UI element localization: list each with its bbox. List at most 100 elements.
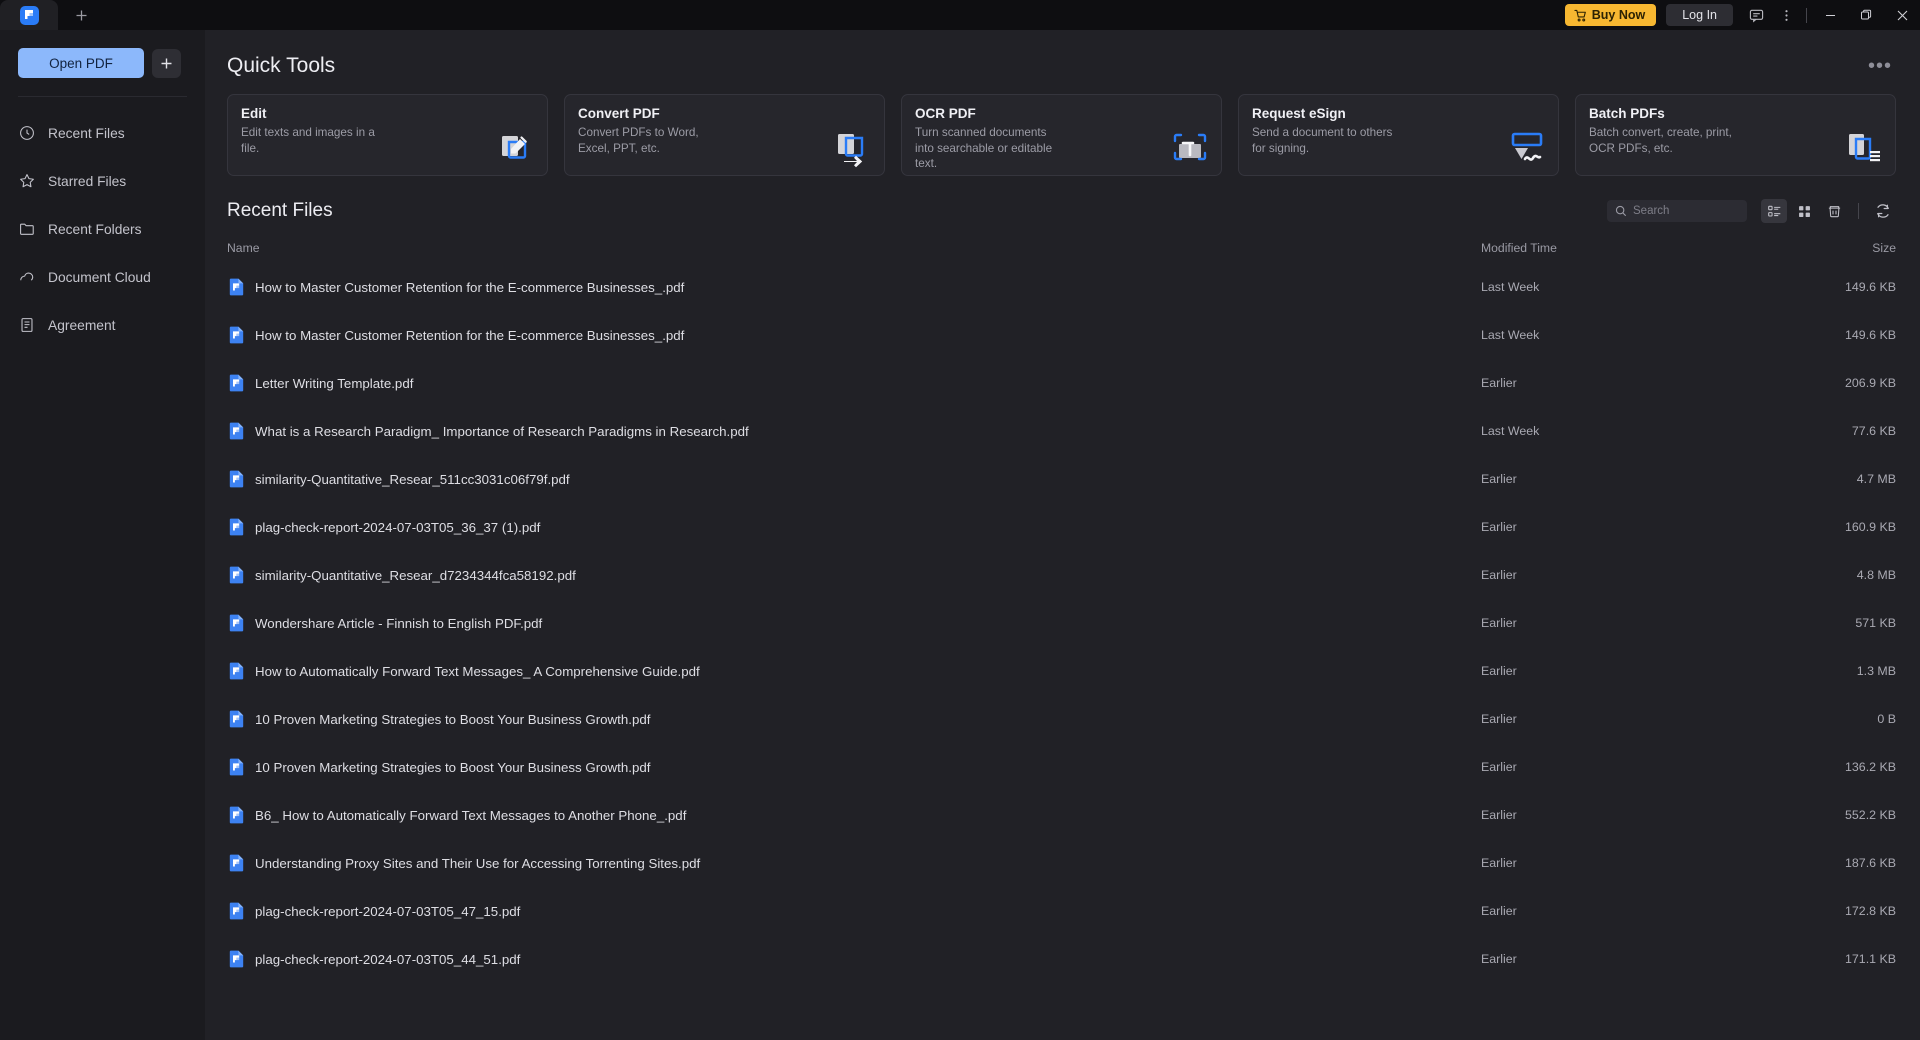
table-row[interactable]: similarity-Quantitative_Resear_511cc3031… bbox=[227, 455, 1896, 503]
file-size-cell: 206.9 KB bbox=[1845, 376, 1896, 390]
quick-tool-card-ocr-pdf[interactable]: OCR PDF Turn scanned documents into sear… bbox=[901, 94, 1222, 176]
table-row[interactable]: plag-check-report-2024-07-03T05_47_15.pd… bbox=[227, 887, 1896, 935]
card-description: Turn scanned documents into searchable o… bbox=[915, 126, 1053, 171]
file-modified-cell: Last Week bbox=[1481, 424, 1540, 438]
column-header-modified-time[interactable]: Modified Time bbox=[1481, 241, 1781, 255]
sidebar-item-recent-folders[interactable]: Recent Folders bbox=[0, 205, 205, 253]
file-name-cell: How to Automatically Forward Text Messag… bbox=[227, 662, 1481, 680]
sidebar-item-label: Agreement bbox=[48, 317, 116, 333]
file-size-cell: 0 B bbox=[1877, 712, 1896, 726]
maximize-button[interactable] bbox=[1848, 0, 1884, 30]
list-view-icon[interactable] bbox=[1761, 199, 1787, 223]
file-name-label: Letter Writing Template.pdf bbox=[255, 375, 414, 391]
table-row[interactable]: plag-check-report-2024-07-03T05_36_37 (1… bbox=[227, 503, 1896, 551]
card-description: Batch convert, create, print, OCR PDFs, … bbox=[1589, 126, 1732, 155]
search-input[interactable] bbox=[1633, 205, 1739, 217]
minimize-button[interactable] bbox=[1812, 0, 1848, 30]
file-modified-cell: Earlier bbox=[1481, 760, 1517, 774]
open-pdf-button[interactable]: Open PDF bbox=[18, 48, 144, 78]
file-list: How to Master Customer Retention for the… bbox=[227, 263, 1896, 983]
file-name-cell: Wondershare Article - Finnish to English… bbox=[227, 614, 1481, 632]
file-size-cell: 571 KB bbox=[1855, 616, 1896, 630]
quick-tool-card-request-esign[interactable]: Request eSign Send a document to others … bbox=[1238, 94, 1559, 176]
file-name-cell: plag-check-report-2024-07-03T05_44_51.pd… bbox=[227, 950, 1481, 968]
app-body: Open PDF Recent Files Starred Files Rece… bbox=[0, 30, 1920, 1040]
sidebar-item-document-cloud[interactable]: Document Cloud bbox=[0, 253, 205, 301]
pdf-file-icon bbox=[229, 614, 244, 632]
file-name-label: Wondershare Article - Finnish to English… bbox=[255, 615, 543, 631]
file-size-cell: 4.7 MB bbox=[1856, 472, 1896, 486]
table-row[interactable]: B6_ How to Automatically Forward Text Me… bbox=[227, 791, 1896, 839]
sidebar-item-label: Recent Folders bbox=[48, 221, 142, 237]
table-row[interactable]: 10 Proven Marketing Strategies to Boost … bbox=[227, 743, 1896, 791]
table-row[interactable]: Wondershare Article - Finnish to English… bbox=[227, 599, 1896, 647]
recent-files-header: Recent Files bbox=[227, 199, 1896, 223]
sidebar-item-agreement[interactable]: Agreement bbox=[0, 301, 205, 349]
card-title: Edit bbox=[241, 106, 267, 121]
table-row[interactable]: Letter Writing Template.pdf Earlier 206.9 … bbox=[227, 359, 1896, 407]
file-size-cell: 77.6 KB bbox=[1851, 424, 1896, 438]
file-name-cell: similarity-Quantitative_Resear_511cc3031… bbox=[227, 470, 1481, 488]
feedback-icon[interactable] bbox=[1741, 0, 1771, 30]
file-name-cell: plag-check-report-2024-07-03T05_36_37 (1… bbox=[227, 518, 1481, 536]
file-name-cell: Understanding Proxy Sites and Their Use … bbox=[227, 854, 1481, 872]
file-modified-cell: Earlier bbox=[1481, 616, 1517, 630]
file-size-cell: 136.2 KB bbox=[1845, 760, 1896, 774]
file-size-cell: 149.6 KB bbox=[1845, 328, 1896, 342]
quick-tools-more-icon[interactable]: ••• bbox=[1864, 56, 1896, 76]
file-size-cell: 552.2 KB bbox=[1845, 808, 1896, 822]
file-name-label: How to Master Customer Retention for the… bbox=[255, 327, 685, 343]
file-modified-cell: Earlier bbox=[1481, 568, 1517, 582]
card-description: Convert PDFs to Word, Excel, PPT, etc. bbox=[578, 126, 699, 155]
table-row[interactable]: 10 Proven Marketing Strategies to Boost … bbox=[227, 695, 1896, 743]
table-row[interactable]: How to Master Customer Retention for the… bbox=[227, 263, 1896, 311]
new-tab-button[interactable] bbox=[58, 0, 104, 30]
log-in-label: Log In bbox=[1682, 8, 1717, 22]
pdf-file-icon bbox=[229, 902, 244, 920]
quick-tool-card-edit[interactable]: Edit Edit texts and images in a file. bbox=[227, 94, 548, 176]
file-name-label: 10 Proven Marketing Strategies to Boost … bbox=[255, 759, 651, 775]
file-name-cell: 10 Proven Marketing Strategies to Boost … bbox=[227, 758, 1481, 776]
folder-icon bbox=[18, 220, 36, 238]
file-modified-cell: Earlier bbox=[1481, 472, 1517, 486]
sidebar-top-actions: Open PDF bbox=[0, 30, 205, 78]
column-header-name[interactable]: Name bbox=[227, 241, 1481, 255]
toolbar-divider bbox=[1858, 203, 1859, 219]
sidebar-item-starred-files[interactable]: Starred Files bbox=[0, 157, 205, 205]
refresh-icon[interactable] bbox=[1870, 199, 1896, 223]
file-name-label: How to Master Customer Retention for the… bbox=[255, 279, 685, 295]
search-box[interactable] bbox=[1607, 200, 1747, 222]
pdf-file-icon bbox=[229, 950, 244, 968]
table-row[interactable]: What is a Research Paradigm_ Importance … bbox=[227, 407, 1896, 455]
table-row[interactable]: How to Master Customer Retention for the… bbox=[227, 311, 1896, 359]
column-header-size[interactable]: Size bbox=[1781, 241, 1896, 255]
grid-view-icon[interactable] bbox=[1791, 199, 1817, 223]
table-header: Name Modified Time Size bbox=[227, 233, 1896, 263]
quick-tool-card-convert-pdf[interactable]: Convert PDF Convert PDFs to Word, Excel,… bbox=[564, 94, 885, 176]
more-vertical-icon[interactable] bbox=[1771, 0, 1801, 30]
clock-icon bbox=[18, 124, 36, 142]
sidebar-item-recent-files[interactable]: Recent Files bbox=[0, 109, 205, 157]
table-row[interactable]: similarity-Quantitative_Resear_d7234344f… bbox=[227, 551, 1896, 599]
file-size-cell: 4.8 MB bbox=[1856, 568, 1896, 582]
esign-signature-icon bbox=[1507, 128, 1547, 168]
log-in-button[interactable]: Log In bbox=[1666, 4, 1733, 26]
file-name-cell: Letter Writing Template.pdf bbox=[227, 374, 1481, 392]
close-button[interactable] bbox=[1884, 0, 1920, 30]
file-size-cell: 1.3 MB bbox=[1856, 664, 1896, 678]
app-tab[interactable] bbox=[0, 0, 58, 30]
buy-now-button[interactable]: Buy Now bbox=[1564, 4, 1657, 26]
table-row[interactable]: plag-check-report-2024-07-03T05_44_51.pd… bbox=[227, 935, 1896, 983]
titlebar-right-controls: Buy Now Log In bbox=[1564, 0, 1920, 30]
quick-tools-title: Quick Tools bbox=[227, 54, 336, 77]
quick-tools-cards: Edit Edit texts and images in a file. Co… bbox=[227, 94, 1896, 176]
pdf-file-icon bbox=[229, 278, 244, 296]
table-row[interactable]: How to Automatically Forward Text Messag… bbox=[227, 647, 1896, 695]
file-modified-cell: Last Week bbox=[1481, 280, 1540, 294]
trash-icon[interactable] bbox=[1821, 199, 1847, 223]
table-row[interactable]: Understanding Proxy Sites and Their Use … bbox=[227, 839, 1896, 887]
add-file-button[interactable] bbox=[152, 48, 181, 78]
file-modified-cell: Earlier bbox=[1481, 520, 1517, 534]
quick-tool-card-batch-pdfs[interactable]: Batch PDFs Batch convert, create, print,… bbox=[1575, 94, 1896, 176]
main-content: Quick Tools ••• Edit Edit texts and imag… bbox=[205, 30, 1920, 1040]
